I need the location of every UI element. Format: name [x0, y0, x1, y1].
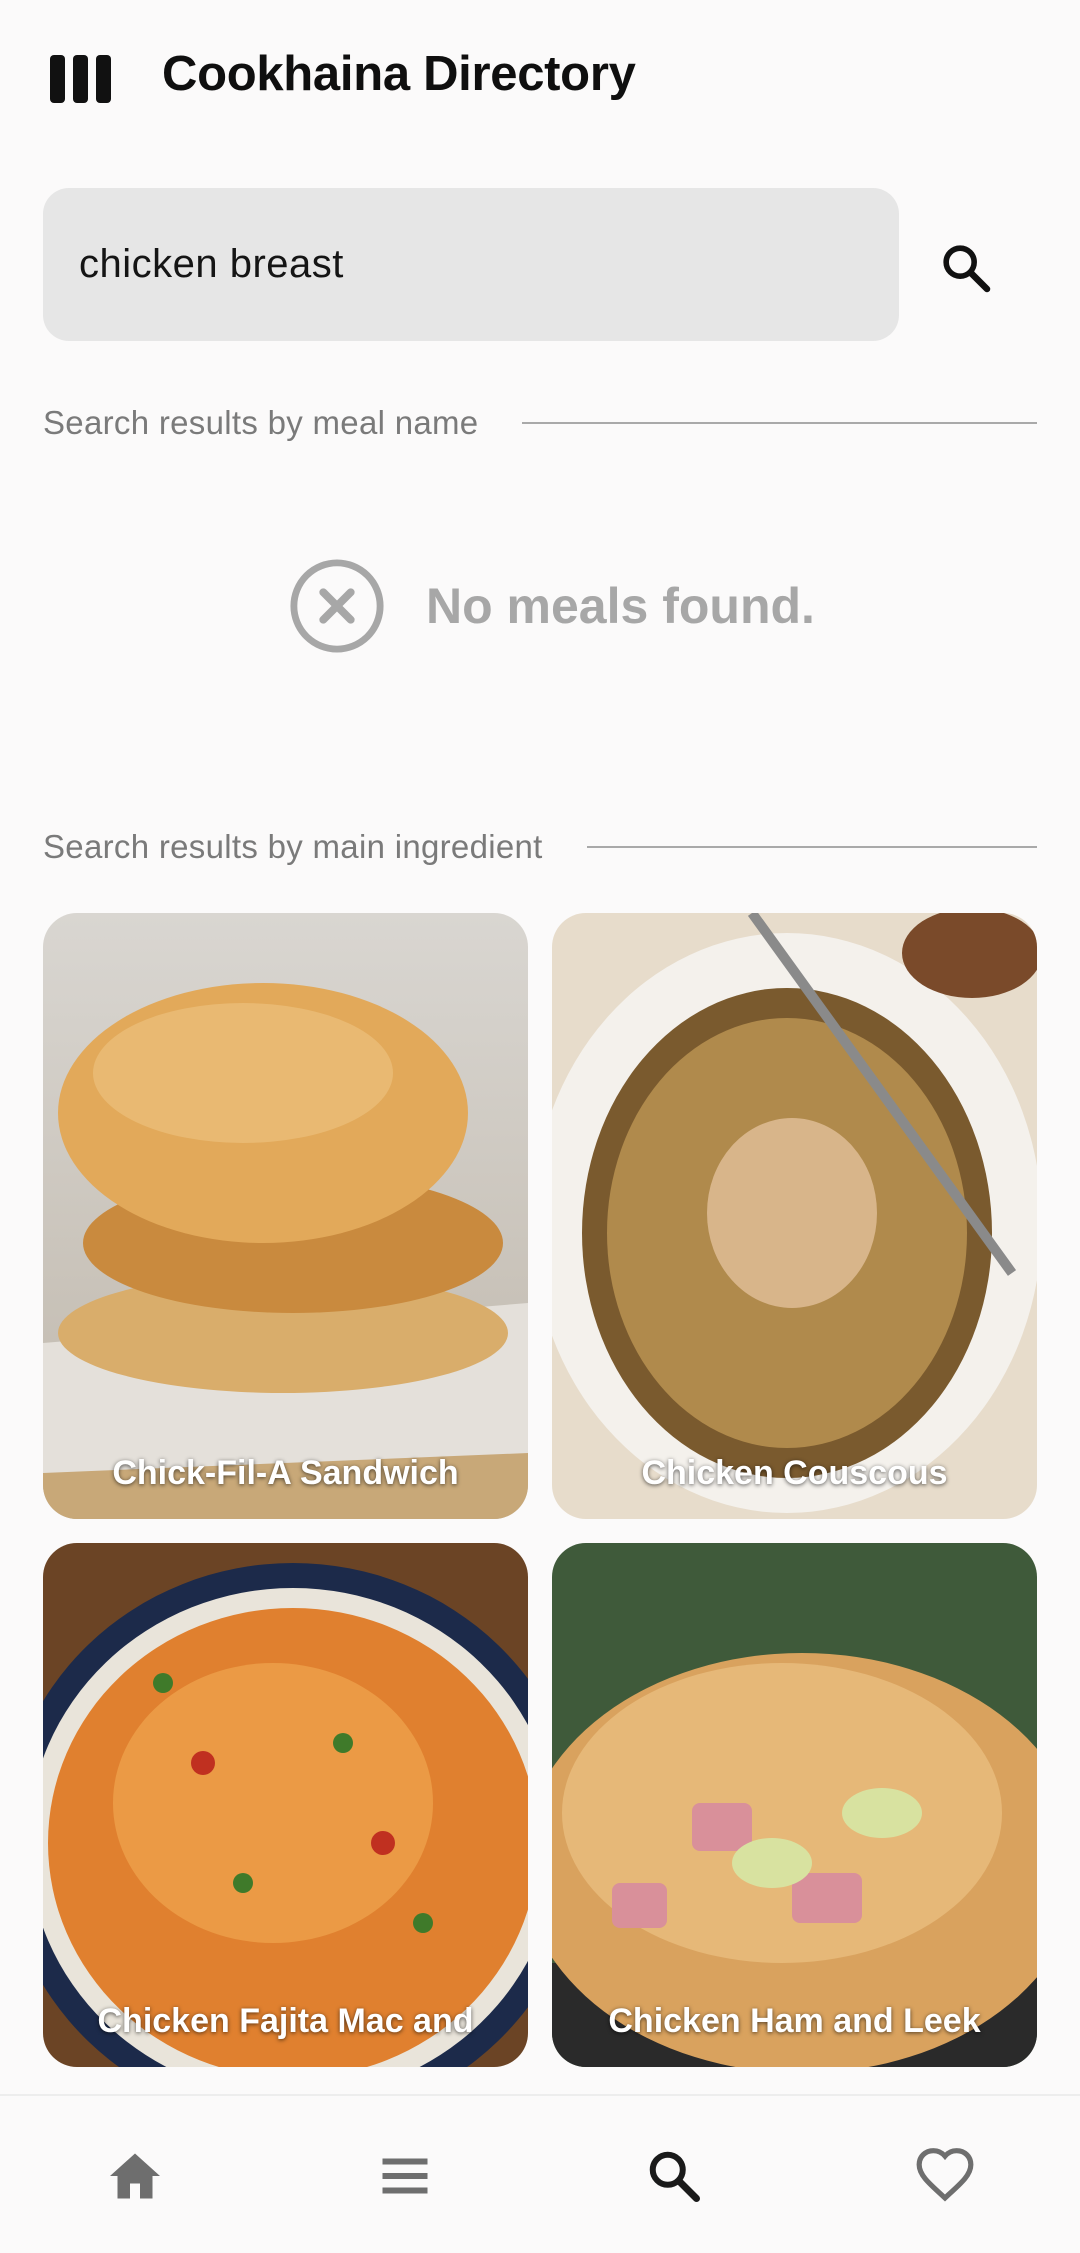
- meal-card[interactable]: Chicken Ham and Leek: [552, 1543, 1037, 2067]
- empty-message: No meals found.: [426, 578, 815, 634]
- search-input[interactable]: chicken breast: [43, 188, 899, 341]
- meal-card[interactable]: Chicken Couscous: [552, 913, 1037, 1519]
- nav-home[interactable]: [95, 2136, 175, 2216]
- meal-image: [552, 913, 1037, 1519]
- meal-name: Chicken Couscous: [641, 1454, 948, 1492]
- meal-image: [552, 1543, 1037, 2067]
- menu-icon: [382, 2158, 428, 2194]
- divider: [522, 422, 1037, 424]
- nav-menu[interactable]: [365, 2136, 445, 2216]
- section-header-ingredient: Search results by main ingredient: [43, 822, 1037, 872]
- nav-favorites[interactable]: [905, 2136, 985, 2216]
- cancel-circle-icon: [290, 559, 384, 653]
- search-icon: [649, 2151, 700, 2202]
- meal-name: Chicken Ham and Leek: [608, 2002, 981, 2040]
- meal-card[interactable]: Chicken Fajita Mac and: [43, 1543, 528, 2067]
- meal-card[interactable]: Chick-Fil-A Sandwich: [43, 913, 528, 1519]
- meal-image: [43, 913, 528, 1519]
- page-title: Cookhaina Directory: [162, 47, 636, 101]
- section-header-meal-name: Search results by meal name: [43, 398, 1037, 448]
- empty-state: No meals found.: [288, 556, 815, 656]
- meal-name: Chick-Fil-A Sandwich: [112, 1454, 459, 1492]
- meal-name: Chicken Fajita Mac and: [97, 2002, 474, 2040]
- app-bar: Cookhaina Directory: [0, 0, 1080, 160]
- search-icon: [943, 245, 991, 293]
- meal-image: [43, 1543, 528, 2067]
- search-button[interactable]: [920, 222, 1012, 314]
- home-icon: [110, 2153, 160, 2199]
- search-input-value[interactable]: chicken breast: [79, 242, 344, 287]
- nav-search[interactable]: [634, 2136, 714, 2216]
- section-label: Search results by main ingredient: [43, 828, 543, 865]
- section-label: Search results by meal name: [43, 404, 479, 441]
- heart-icon: [916, 2148, 974, 2202]
- divider: [586, 846, 1037, 848]
- bottom-navigation: [0, 2094, 1080, 2253]
- restaurant-menu-icon: [50, 55, 111, 103]
